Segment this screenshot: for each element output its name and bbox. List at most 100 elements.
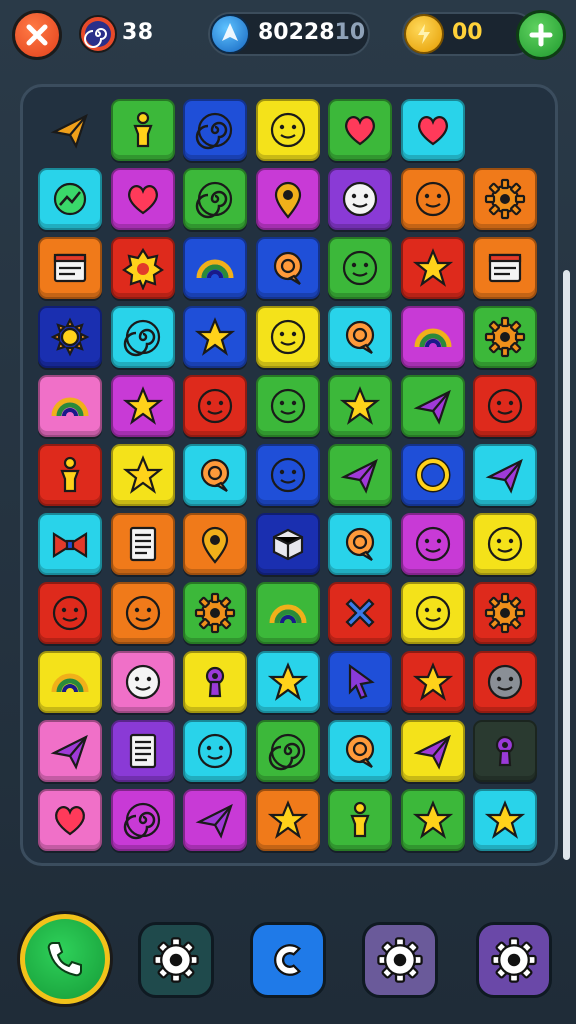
ring-icon [415,457,450,493]
tile-r10-c4[interactable] [255,720,320,782]
tile-r9-c4[interactable] [255,651,320,713]
tile-r10-c2[interactable] [110,720,175,782]
tile-r2-c4[interactable] [255,168,320,230]
tile-r6-c5[interactable] [328,444,392,506]
tile-r7-c1[interactable] [38,513,102,575]
tile-r3-c7[interactable] [473,237,537,299]
tile-r10-c6[interactable] [400,720,465,782]
tile-r10-c1[interactable] [38,720,102,782]
chart-icon [53,182,87,216]
star-icon [122,386,163,425]
tile-r5-c7[interactable] [473,375,537,437]
tile-r11-c5[interactable] [328,789,392,851]
tile-r11-c1[interactable] [38,789,102,851]
tile-r3-c5[interactable] [328,237,392,299]
tile-r9-c1[interactable] [38,651,102,713]
tile-r8-c1[interactable] [38,582,102,644]
tile-r11-c7[interactable] [473,789,537,851]
tile-r4-c6[interactable] [400,306,465,368]
tile-r11-c4[interactable] [255,789,320,851]
call-button[interactable] [20,914,110,1004]
swirl-icon [123,802,160,840]
tile-r4-c1[interactable] [38,306,102,368]
tile-r6-c1[interactable] [38,444,102,506]
tile-r7-c4[interactable] [255,513,320,575]
tile-r11-c6[interactable] [400,789,465,851]
tile-r5-c5[interactable] [328,375,392,437]
refresh-button[interactable] [250,922,326,998]
star-icon [267,800,308,839]
tile-r3-c6[interactable] [400,237,465,299]
tile-r8-c2[interactable] [110,582,175,644]
tile-r4-c5[interactable] [328,306,392,368]
tile-r7-c7[interactable] [473,513,537,575]
tile-r2-c6[interactable] [400,168,465,230]
rainbow-icon [414,328,451,348]
tile-r1-c3[interactable] [183,99,247,161]
tile-r4-c4[interactable] [255,306,320,368]
tile-r2-c7[interactable] [473,168,537,230]
tile-r5-c3[interactable] [183,375,247,437]
tile-r2-c2[interactable] [110,168,175,230]
paper-plane-icon [195,803,233,839]
tile-r3-c3[interactable] [183,237,247,299]
tile-r2-c1[interactable] [38,168,102,230]
tile-r3-c1[interactable] [38,237,102,299]
tile-r1-c6[interactable] [400,99,465,161]
tile-r6-c3[interactable] [183,444,247,506]
swirl-icon [123,319,160,357]
tile-r9-c7[interactable] [473,651,537,713]
tile-r7-c6[interactable] [400,513,465,575]
tile-r8-c7[interactable] [473,582,537,644]
tile-r6-c2[interactable] [110,444,175,506]
tile-r6-c7[interactable] [473,444,537,506]
tile-r7-c3[interactable] [183,513,247,575]
c-arrow-icon [274,944,302,976]
tile-r5-c1[interactable] [38,375,102,437]
tile-r6-c6[interactable] [400,444,465,506]
tile-r4-c2[interactable] [110,306,175,368]
tile-r5-c4[interactable] [255,375,320,437]
tile-r1-c4[interactable] [255,99,320,161]
tile-r4-c7[interactable] [473,306,537,368]
tile-r9-c3[interactable] [183,651,247,713]
board-scrollbar[interactable] [563,270,570,860]
close-button[interactable] [12,10,62,60]
tile-r3-c4[interactable] [255,237,320,299]
tile-r4-c3[interactable] [183,306,247,368]
tile-r1-c2[interactable] [110,99,175,161]
tile-r8-c3[interactable] [183,582,247,644]
settings-button-1[interactable] [138,922,214,998]
tile-r8-c5[interactable] [328,582,392,644]
tile-r2-c3[interactable] [183,168,247,230]
tile-r11-c3[interactable] [183,789,247,851]
tile-r8-c4[interactable] [255,582,320,644]
tile-r1-c1[interactable] [38,99,102,161]
tile-r8-c6[interactable] [400,582,465,644]
tile-r6-c4[interactable] [255,444,320,506]
tile-r1-c5[interactable] [328,99,392,161]
add-coins-button[interactable] [516,10,566,60]
tile-r5-c2[interactable] [110,375,175,437]
tile-r5-c6[interactable] [400,375,465,437]
tile-r7-c2[interactable] [110,513,175,575]
tile-r10-c5[interactable] [328,720,392,782]
window-icon [53,253,87,283]
face-icon [52,595,88,631]
tile-r10-c3[interactable] [183,720,247,782]
face-icon [270,319,305,355]
settings-button-2[interactable] [362,922,438,998]
tile-r10-c7[interactable] [473,720,537,782]
settings-button-3[interactable] [476,922,552,998]
tile-r9-c5[interactable] [328,651,392,713]
tile-r2-c5[interactable] [328,168,392,230]
face-icon [125,595,160,631]
chat-icon [345,527,375,561]
swirl-icon [195,112,233,150]
tile-r9-c2[interactable] [110,651,175,713]
coin-icon [404,14,444,54]
tile-r11-c2[interactable] [110,789,175,851]
tile-r3-c2[interactable] [110,237,175,299]
tile-r9-c6[interactable] [400,651,465,713]
tile-r7-c5[interactable] [328,513,392,575]
